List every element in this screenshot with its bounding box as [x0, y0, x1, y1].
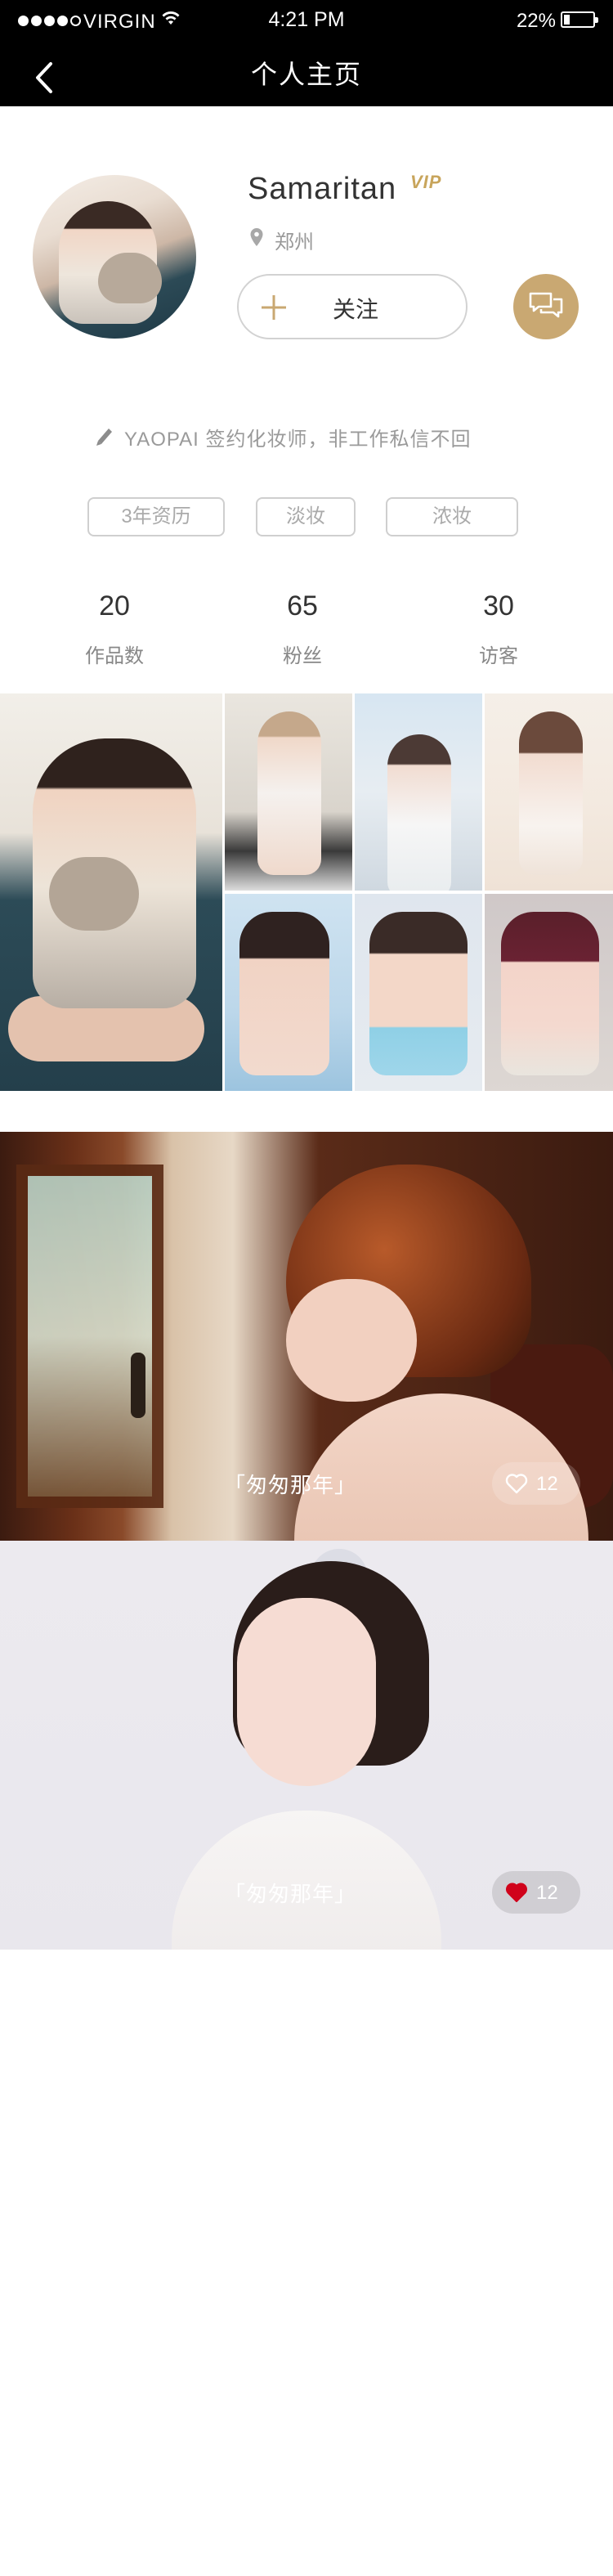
- gallery-photo[interactable]: [225, 693, 352, 891]
- page-title: 个人主页: [250, 60, 362, 89]
- gallery-photo[interactable]: [485, 894, 613, 1091]
- like-count: 12: [536, 1473, 558, 1495]
- like-button[interactable]: 12: [492, 1871, 580, 1914]
- gallery-photo[interactable]: [485, 693, 613, 891]
- chat-bubble-icon: [529, 292, 563, 318]
- feed-card[interactable]: 「匆匆那年」 12: [0, 1132, 613, 1541]
- fans-count[interactable]: 65: [237, 590, 368, 622]
- battery-percentage: 22%: [516, 10, 556, 32]
- works-count[interactable]: 20: [49, 590, 180, 622]
- vip-badge: VIP: [410, 172, 442, 192]
- like-count: 12: [536, 1882, 558, 1904]
- follow-label: 关注: [332, 297, 378, 322]
- location-pin-icon: [250, 228, 263, 246]
- tag-light-makeup[interactable]: 淡妆: [256, 497, 356, 536]
- profile-bio: YAOPAI 签约化妆师，非工作私信不回: [124, 429, 472, 451]
- works-label: 作品数: [85, 645, 144, 667]
- like-button[interactable]: 12: [492, 1462, 580, 1505]
- heart-outline-icon: [505, 1474, 528, 1494]
- feed-card[interactable]: 「匆匆那年」 12: [0, 1541, 613, 1950]
- top-bar: VIRGIN 4:21 PM 22% 个人主页: [0, 0, 613, 106]
- visitors-count[interactable]: 30: [433, 590, 564, 622]
- gallery-photo[interactable]: [0, 693, 222, 1091]
- status-bar: VIRGIN 4:21 PM 22%: [0, 0, 613, 43]
- heart-filled-icon: [506, 1883, 527, 1902]
- avatar[interactable]: [33, 175, 196, 339]
- tag-experience[interactable]: 3年资历: [87, 497, 225, 536]
- message-button[interactable]: [513, 274, 579, 339]
- gallery-photo[interactable]: [355, 693, 482, 891]
- pencil-icon: [96, 429, 112, 446]
- gallery-photo[interactable]: [355, 894, 482, 1091]
- fans-label: 粉丝: [283, 645, 322, 667]
- tag-heavy-makeup[interactable]: 浓妆: [386, 497, 518, 536]
- photo-gallery: [0, 693, 613, 1091]
- follow-button[interactable]: 关注: [237, 274, 468, 339]
- battery-icon: [561, 11, 598, 28]
- visitors-label: 访客: [479, 645, 518, 667]
- profile-name: Samaritan: [248, 172, 397, 206]
- gallery-photo[interactable]: [225, 894, 352, 1091]
- profile-location: 郑州: [275, 231, 314, 254]
